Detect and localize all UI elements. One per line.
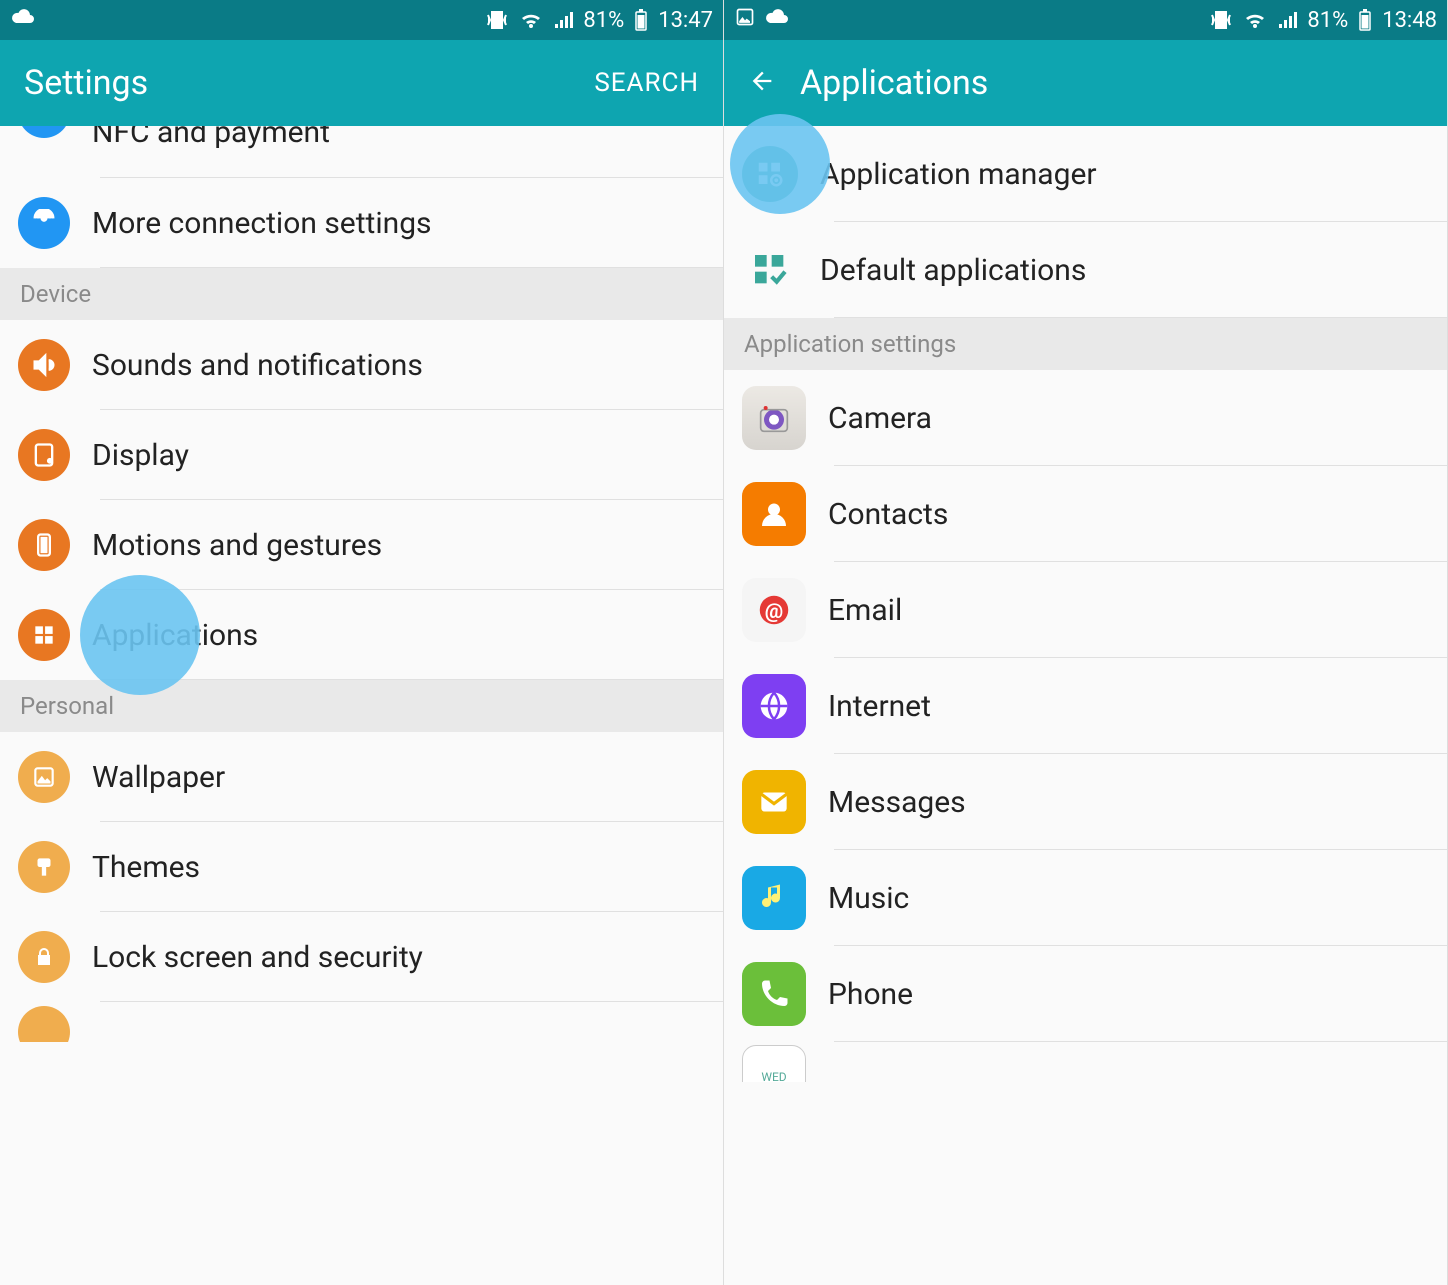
display-icon: [18, 429, 70, 481]
messages-icon: [742, 770, 806, 834]
wallpaper-icon: [18, 751, 70, 803]
applications-list: Application manager Default applications…: [724, 126, 1447, 1082]
row-label: Contacts: [828, 497, 948, 532]
row-label: Display: [92, 438, 189, 473]
row-display[interactable]: Display: [0, 410, 723, 500]
cloud-icon: [764, 7, 790, 33]
row-label: Themes: [92, 850, 200, 885]
svg-text:@: @: [765, 600, 783, 624]
row-email[interactable]: @ Email: [724, 562, 1447, 658]
cloud-icon: [10, 7, 36, 33]
battery-icon: [634, 9, 648, 31]
row-lock-screen[interactable]: Lock screen and security: [0, 912, 723, 1002]
clock-text: 13:47: [658, 8, 713, 33]
row-truncated-bottom[interactable]: WED: [724, 1042, 1447, 1082]
page-title: Applications: [800, 63, 988, 103]
music-icon: [742, 866, 806, 930]
row-default-apps[interactable]: Default applications: [724, 222, 1447, 318]
default-apps-icon: [742, 242, 798, 298]
row-internet[interactable]: Internet: [724, 658, 1447, 754]
clock-text: 13:48: [1382, 8, 1437, 33]
settings-screen: 81% 13:47 Settings SEARCH NFC and paymen…: [0, 0, 724, 1285]
speaker-icon: [18, 339, 70, 391]
row-label: Phone: [828, 977, 913, 1012]
wifi-icon: [519, 10, 543, 30]
row-phone[interactable]: Phone: [724, 946, 1447, 1042]
apps-icon: [18, 609, 70, 661]
row-sounds[interactable]: Sounds and notifications: [0, 320, 723, 410]
row-label: Email: [828, 593, 902, 628]
row-nfc[interactable]: NFC and payment: [0, 126, 723, 178]
antenna-icon: [18, 197, 70, 249]
row-label: NFC and payment: [92, 126, 330, 150]
gesture-icon: [18, 519, 70, 571]
row-app-manager[interactable]: Application manager: [724, 126, 1447, 222]
row-label: Camera: [828, 401, 932, 436]
email-icon: @: [742, 578, 806, 642]
settings-app-bar: Settings SEARCH: [0, 40, 723, 126]
contacts-icon: [742, 482, 806, 546]
vibrate-icon: [485, 10, 509, 30]
globe-icon: [742, 674, 806, 738]
page-title: Settings: [24, 63, 148, 103]
row-applications[interactable]: Applications: [0, 590, 723, 680]
vibrate-icon: [1209, 10, 1233, 30]
search-action[interactable]: SEARCH: [594, 68, 699, 98]
row-wallpaper[interactable]: Wallpaper: [0, 732, 723, 822]
row-motions[interactable]: Motions and gestures: [0, 500, 723, 590]
row-music[interactable]: Music: [724, 850, 1447, 946]
camera-icon: [742, 386, 806, 450]
section-app-settings: Application settings: [724, 318, 1447, 370]
battery-percent: 81%: [1307, 8, 1348, 33]
row-themes[interactable]: Themes: [0, 822, 723, 912]
section-personal: Personal: [0, 680, 723, 732]
privacy-icon: [18, 1006, 70, 1042]
row-more-connection[interactable]: More connection settings: [0, 178, 723, 268]
calendar-icon: WED: [742, 1045, 806, 1082]
settings-list: NFC and payment More connection settings…: [0, 126, 723, 1042]
row-label: Lock screen and security: [92, 940, 423, 975]
row-truncated-bottom[interactable]: [0, 1002, 723, 1042]
nfc-icon: [18, 126, 70, 138]
row-label: Motions and gestures: [92, 528, 382, 563]
phone-icon: [742, 962, 806, 1026]
row-label: Application manager: [820, 157, 1097, 192]
status-bar: 81% 13:48: [724, 0, 1447, 40]
row-contacts[interactable]: Contacts: [724, 466, 1447, 562]
app-manager-icon: [742, 146, 798, 202]
picture-icon: [734, 7, 756, 33]
row-label: Applications: [92, 618, 258, 653]
row-label: Default applications: [820, 253, 1086, 288]
applications-screen: 81% 13:48 Applications Application manag…: [724, 0, 1448, 1285]
battery-icon: [1358, 9, 1372, 31]
section-device: Device: [0, 268, 723, 320]
back-button[interactable]: [748, 67, 776, 99]
row-label: Wallpaper: [92, 760, 225, 795]
signal-icon: [553, 10, 573, 30]
row-label: Music: [828, 881, 909, 916]
row-label: Sounds and notifications: [92, 348, 423, 383]
status-bar: 81% 13:47: [0, 0, 723, 40]
row-label: Internet: [828, 689, 931, 724]
themes-icon: [18, 841, 70, 893]
row-label: Messages: [828, 785, 966, 820]
row-label: More connection settings: [92, 206, 432, 241]
row-messages[interactable]: Messages: [724, 754, 1447, 850]
lock-icon: [18, 931, 70, 983]
row-camera[interactable]: Camera: [724, 370, 1447, 466]
signal-icon: [1277, 10, 1297, 30]
battery-percent: 81%: [583, 8, 624, 33]
applications-app-bar: Applications: [724, 40, 1447, 126]
wifi-icon: [1243, 10, 1267, 30]
